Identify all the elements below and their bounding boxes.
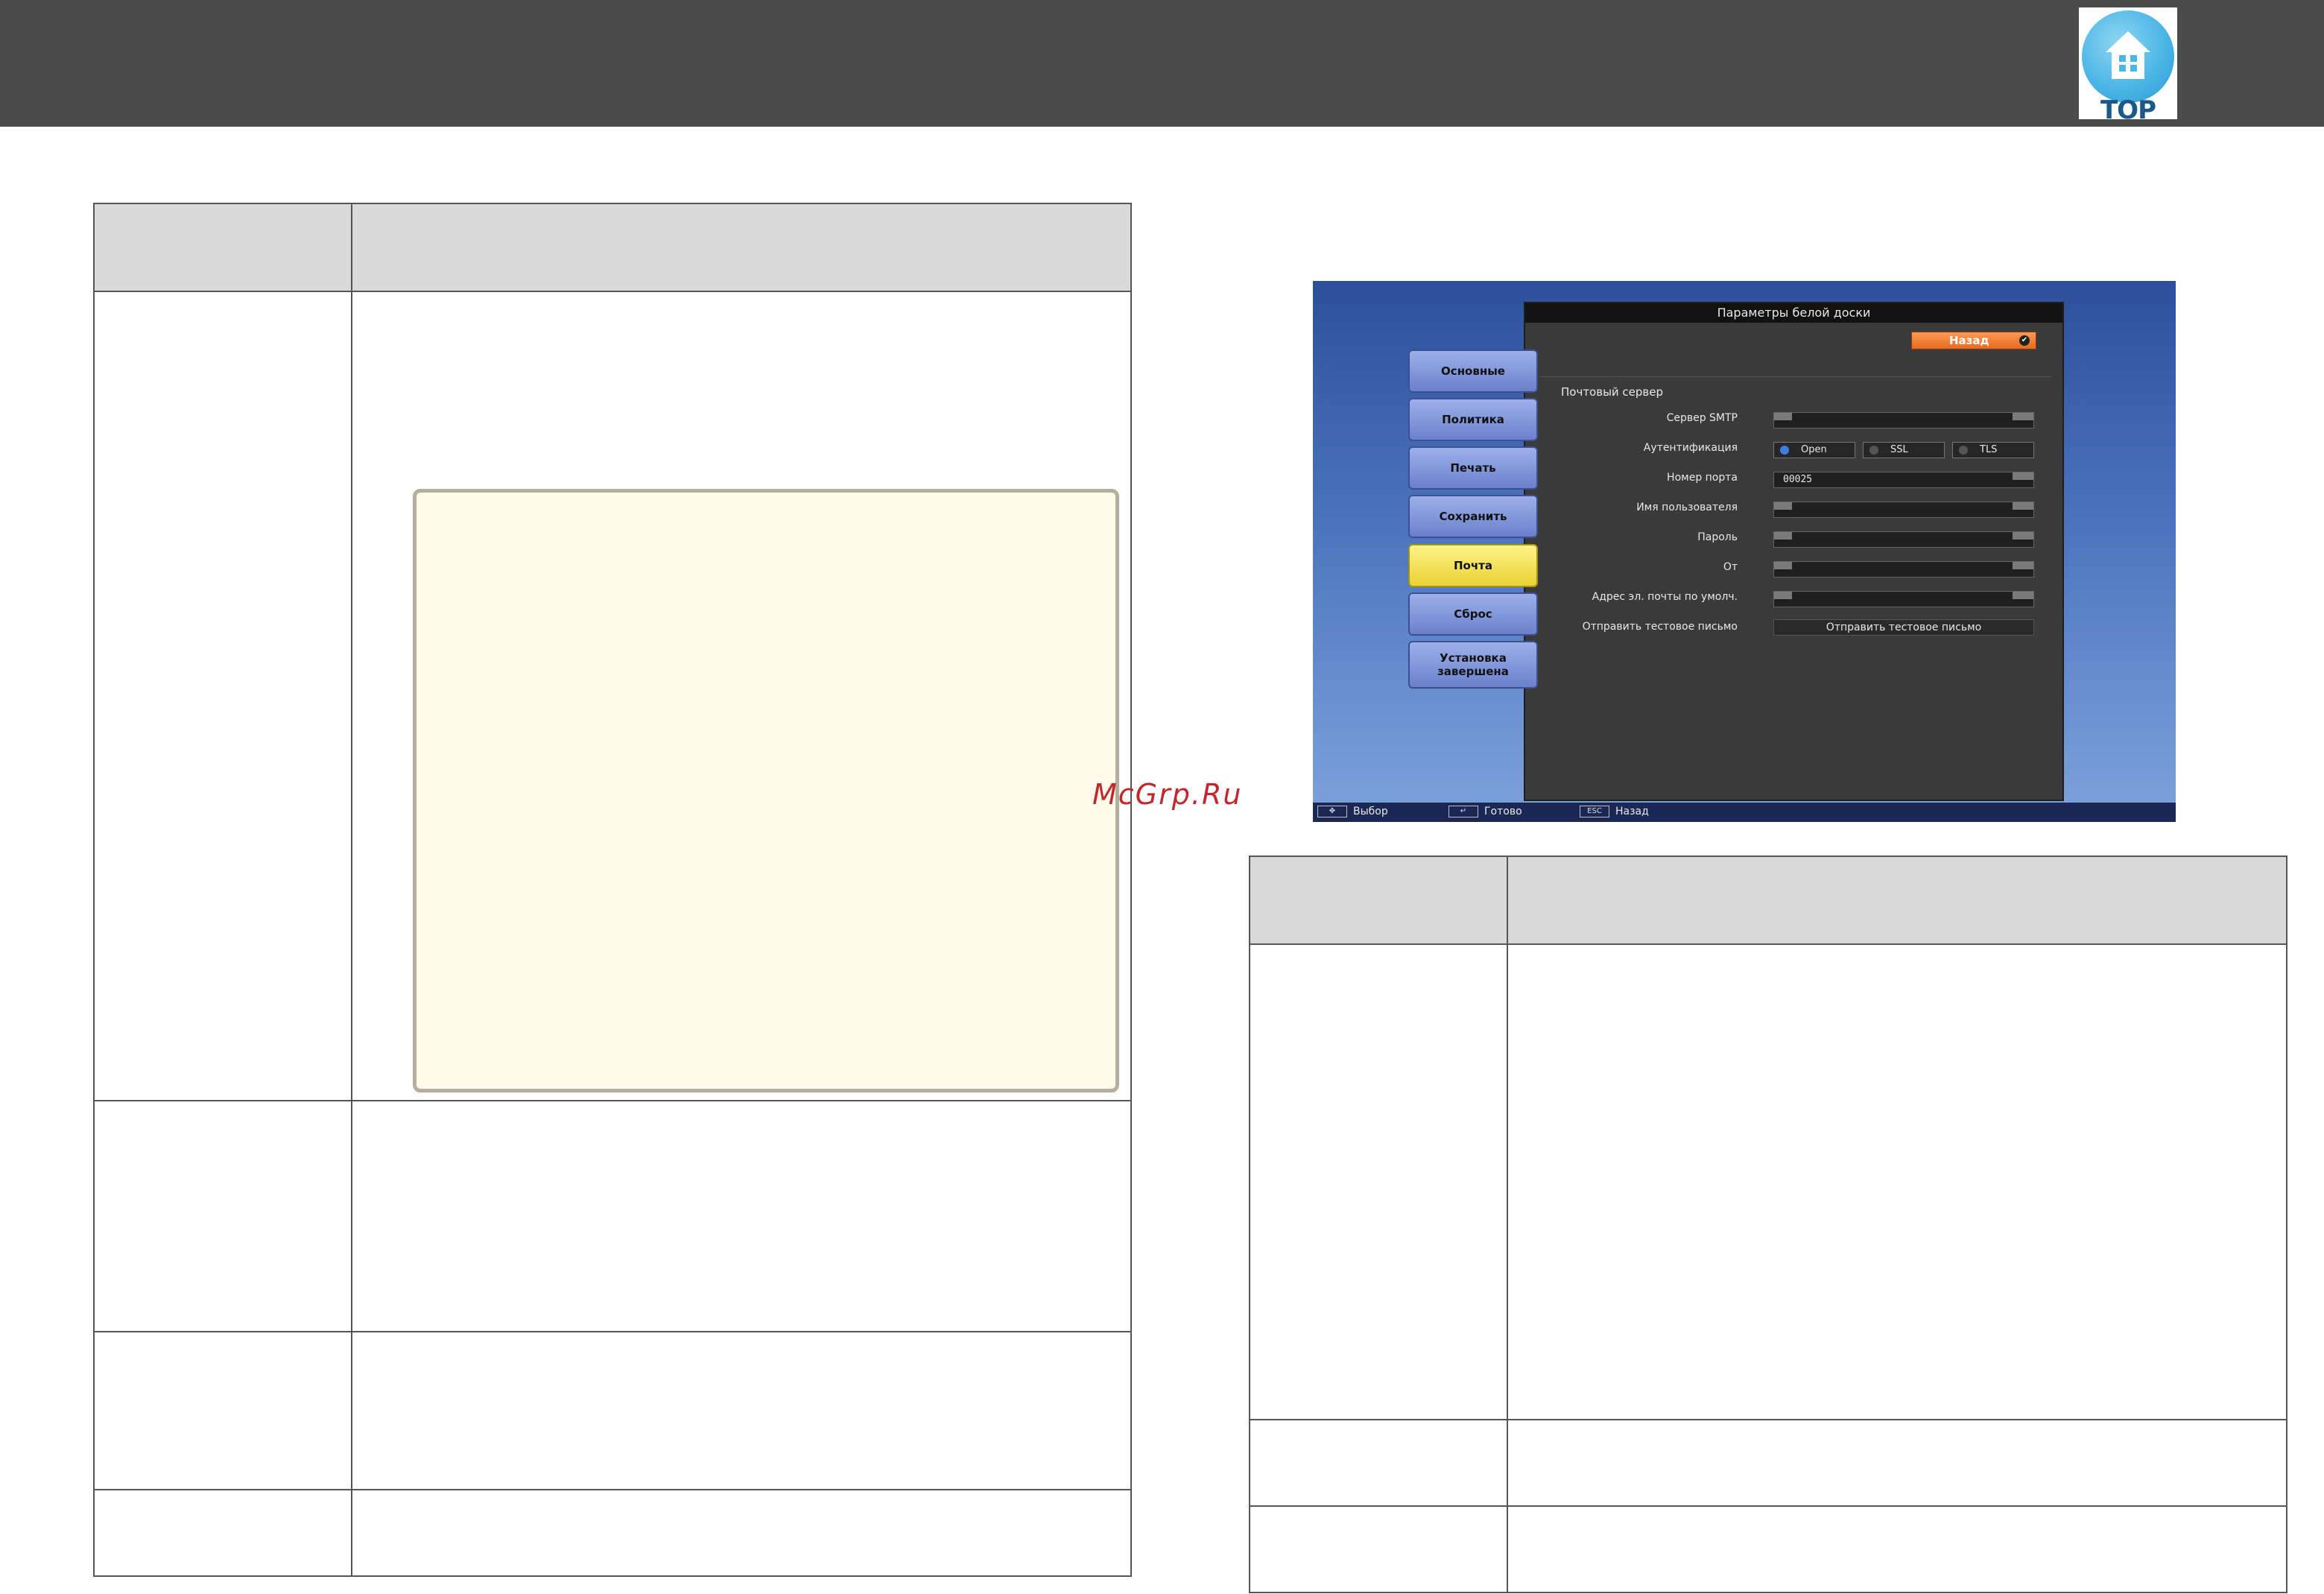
select-hint-label: Выбор <box>1353 806 1388 817</box>
smtp-label: Сервер SMTP <box>1666 412 1738 424</box>
left-table-header <box>95 204 1130 292</box>
panel-separator <box>1540 376 2051 377</box>
password-label: Пароль <box>1697 531 1738 543</box>
done-hint: ↵ Готово <box>1448 806 1522 817</box>
send-test-mail-button[interactable]: Отправить тестовое письмо <box>1773 619 2034 636</box>
note-box <box>413 489 1119 1092</box>
field-cap-left <box>1774 502 1792 510</box>
auth-label: Аутентификация <box>1643 442 1738 454</box>
username-label: Имя пользователя <box>1636 502 1738 513</box>
panel-title: Параметры белой доски <box>1525 303 2062 323</box>
right-table-column-divider <box>1507 857 1508 1592</box>
back-button[interactable]: Назад ✔ <box>1911 332 2036 350</box>
enter-icon: ✔ <box>2019 335 2030 346</box>
port-label: Номер порта <box>1667 472 1738 484</box>
tab-setup-complete[interactable]: Установка завершена <box>1408 641 1538 689</box>
field-cap-right <box>2013 562 2033 569</box>
tab-print[interactable]: Печать <box>1408 446 1538 490</box>
field-cap-left <box>1774 562 1792 569</box>
left-table-column-divider <box>351 204 352 1575</box>
auth-open-label: Open <box>1801 444 1827 455</box>
auth-ssl-label: SSL <box>1890 444 1908 455</box>
back-hint: ESC Назад <box>1580 806 1649 817</box>
field-cap-left <box>1774 592 1792 599</box>
right-table <box>1249 855 2287 1593</box>
field-cap-right <box>2013 413 2033 420</box>
select-hint: ✥ Выбор <box>1317 806 1388 817</box>
right-table-row-divider <box>1250 1419 2286 1420</box>
from-label: От <box>1723 561 1738 573</box>
auth-ssl-radio[interactable]: SSL <box>1863 442 1945 458</box>
test-mail-label: Отправить тестовое письмо <box>1582 621 1738 633</box>
field-cap-right <box>2013 592 2033 599</box>
header-bar <box>0 0 2324 127</box>
auth-open-radio[interactable]: Open <box>1773 442 1855 458</box>
back-hint-label: Назад <box>1615 806 1649 817</box>
section-title: Почтовый сервер <box>1561 385 1664 399</box>
left-table-row-divider <box>95 1100 1130 1101</box>
top-link[interactable]: TOP <box>2079 7 2177 125</box>
done-hint-label: Готово <box>1484 806 1522 817</box>
house-icon <box>2106 31 2150 79</box>
field-cap-left <box>1774 532 1792 540</box>
top-badge-label: TOP <box>2100 95 2156 125</box>
esc-key-icon: ESC <box>1580 806 1609 817</box>
field-cap-right <box>2013 472 2033 480</box>
watermark: McGrp.Ru <box>1092 778 1243 811</box>
tab-mail[interactable]: Почта <box>1408 544 1538 587</box>
port-value: 00025 <box>1783 474 1813 485</box>
default-email-label: Адрес эл. почты по умолч. <box>1592 591 1738 603</box>
from-field[interactable] <box>1773 561 2034 578</box>
default-email-field[interactable] <box>1773 591 2034 607</box>
left-table-row-divider <box>95 1331 1130 1332</box>
left-table-row-divider <box>95 1489 1130 1490</box>
back-button-label: Назад <box>1949 334 1989 347</box>
enter-key-icon: ↵ <box>1448 806 1478 817</box>
radio-dot-icon <box>1959 446 1968 455</box>
username-field[interactable] <box>1773 502 2034 518</box>
auth-tls-label: TLS <box>1980 444 1998 455</box>
projector-settings-screenshot: Параметры белой доски Назад ✔ Почтовый с… <box>1313 281 2176 822</box>
radio-dot-icon <box>1869 446 1878 455</box>
radio-dot-icon <box>1780 446 1789 455</box>
tab-reset[interactable]: Сброс <box>1408 592 1538 636</box>
tab-basic[interactable]: Основные <box>1408 350 1538 393</box>
right-table-header <box>1250 857 2286 945</box>
field-cap-right <box>2013 532 2033 540</box>
password-field[interactable] <box>1773 531 2034 548</box>
tab-policy[interactable]: Политика <box>1408 398 1538 441</box>
tab-save[interactable]: Сохранить <box>1408 495 1538 538</box>
port-field[interactable]: 00025 <box>1773 472 2034 488</box>
hint-bar: ✥ Выбор ↵ Готово ESC Назад <box>1313 803 2176 822</box>
right-table-row-divider <box>1250 1505 2286 1507</box>
smtp-field[interactable] <box>1773 412 2034 428</box>
field-cap-right <box>2013 502 2033 510</box>
field-cap-left <box>1774 413 1792 420</box>
settings-panel: Параметры белой доски Назад ✔ Почтовый с… <box>1524 302 2064 801</box>
auth-tls-radio[interactable]: TLS <box>1952 442 2034 458</box>
dpad-icon: ✥ <box>1317 806 1347 817</box>
